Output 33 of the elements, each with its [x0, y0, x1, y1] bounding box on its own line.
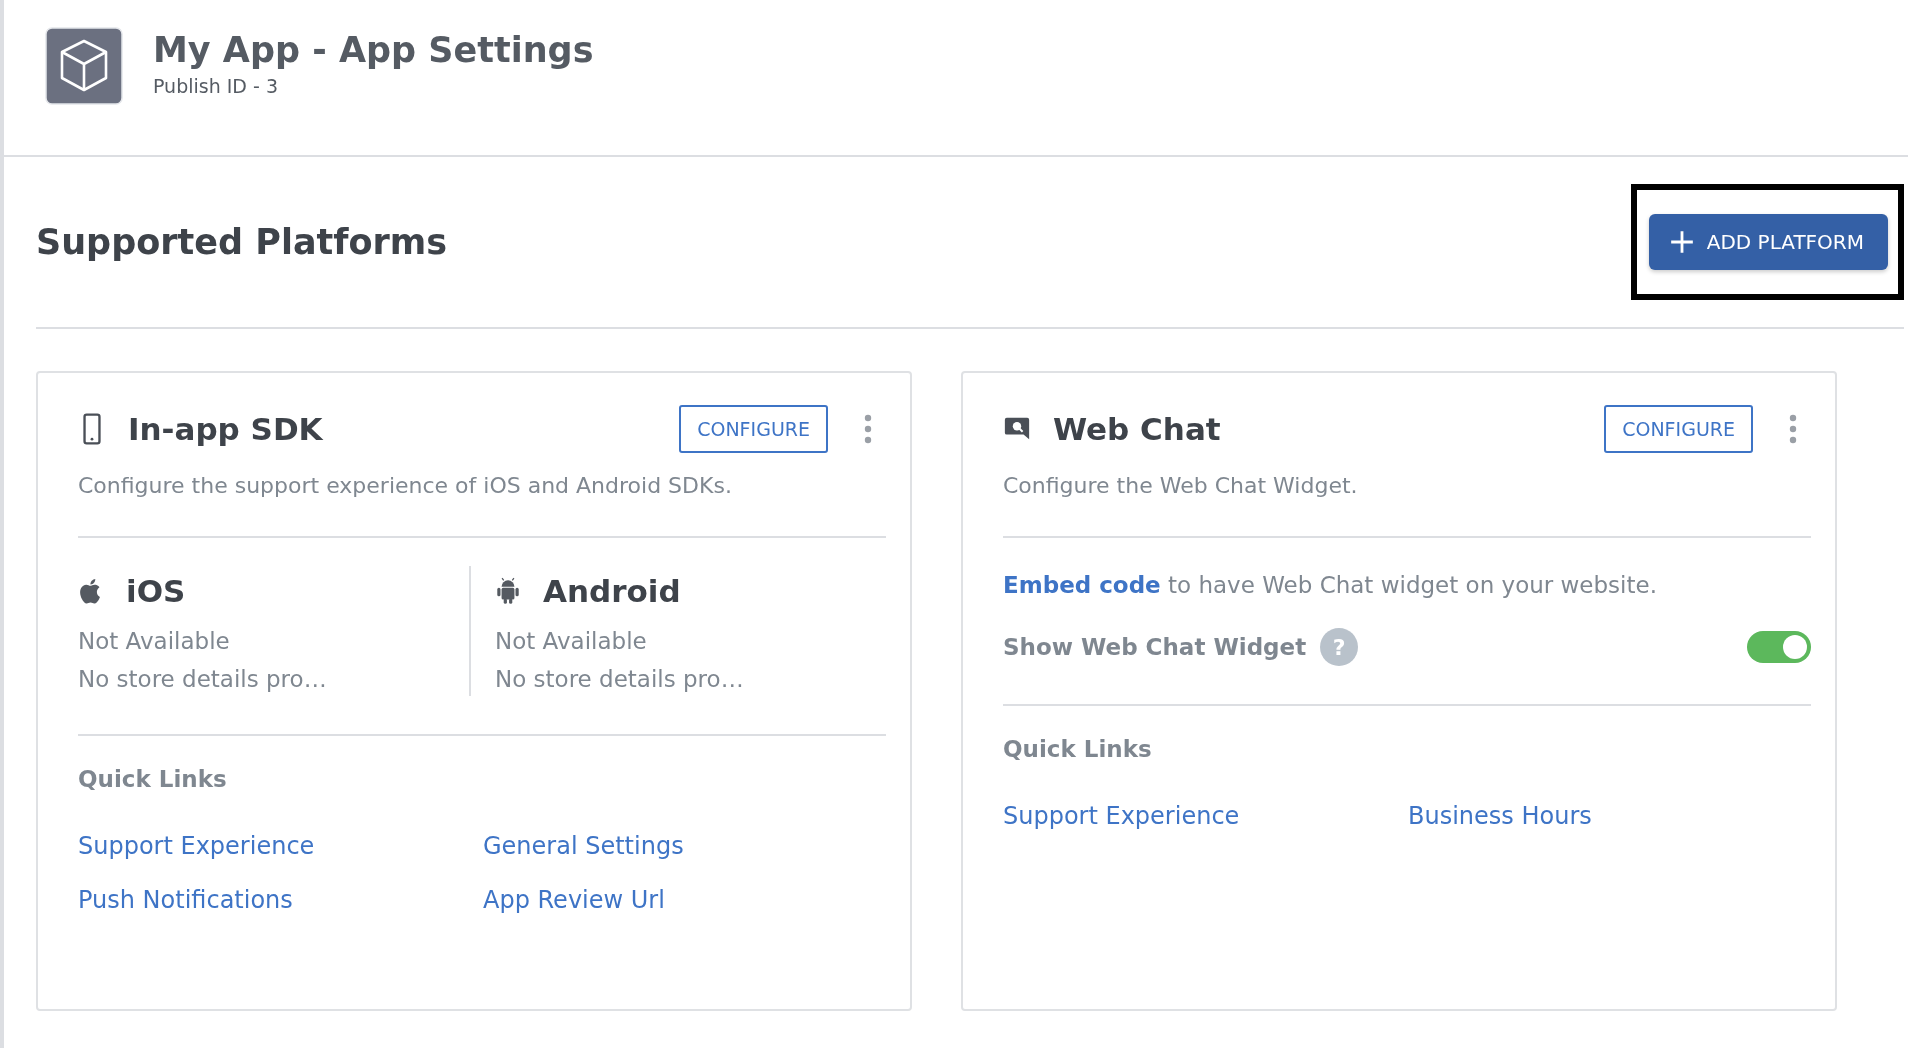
quick-link[interactable]: General Settings — [483, 832, 886, 860]
card-description: Configure the Web Chat Widget. — [1003, 473, 1359, 498]
quick-link[interactable]: App Review Url — [483, 886, 886, 914]
platform-status: Not Available — [78, 628, 231, 654]
toggle-switch[interactable] — [1747, 631, 1811, 663]
platform-name: iOS — [126, 573, 186, 609]
store-details: No store details pro… — [78, 666, 328, 692]
android-icon — [495, 576, 521, 606]
more-options-icon[interactable] — [1789, 414, 1797, 444]
quick-link[interactable]: Support Experience — [1003, 802, 1408, 830]
card-title: In-app SDK — [128, 411, 324, 447]
section-title: Supported Platforms — [36, 222, 448, 262]
platform-status: Not Available — [495, 628, 648, 654]
toggle-label: Show Web Chat Widget — [1003, 634, 1307, 660]
embed-sentence: Embed code to have Web Chat widget on your website. — [1003, 572, 1658, 598]
more-options-icon[interactable] — [864, 414, 872, 444]
quick-links-heading: Quick Links — [1003, 736, 1153, 762]
plus-icon — [1668, 229, 1695, 255]
card-title: Web Chat — [1053, 411, 1222, 447]
quick-link[interactable]: Support Experience — [78, 832, 483, 860]
embed-code-link[interactable]: Embed code — [1003, 572, 1161, 598]
quick-link[interactable]: Business Hours — [1408, 802, 1811, 830]
publish-id: Publish ID - 3 — [153, 75, 280, 97]
card-description: Configure the support experience of iOS and Android SDKs. — [78, 473, 733, 498]
configure-button[interactable]: CONFIGURE — [1604, 405, 1753, 453]
add-platform-button[interactable]: ADD PLATFORM — [1648, 214, 1888, 270]
quick-link[interactable]: Push Notifications — [78, 886, 483, 914]
platform-name: Android — [543, 573, 681, 609]
cube-icon — [45, 27, 123, 105]
quick-links-heading: Quick Links — [78, 766, 228, 792]
configure-button[interactable]: CONFIGURE — [679, 405, 828, 453]
page-title: My App - App Settings — [153, 29, 594, 72]
store-details: No store details pro… — [495, 666, 745, 692]
